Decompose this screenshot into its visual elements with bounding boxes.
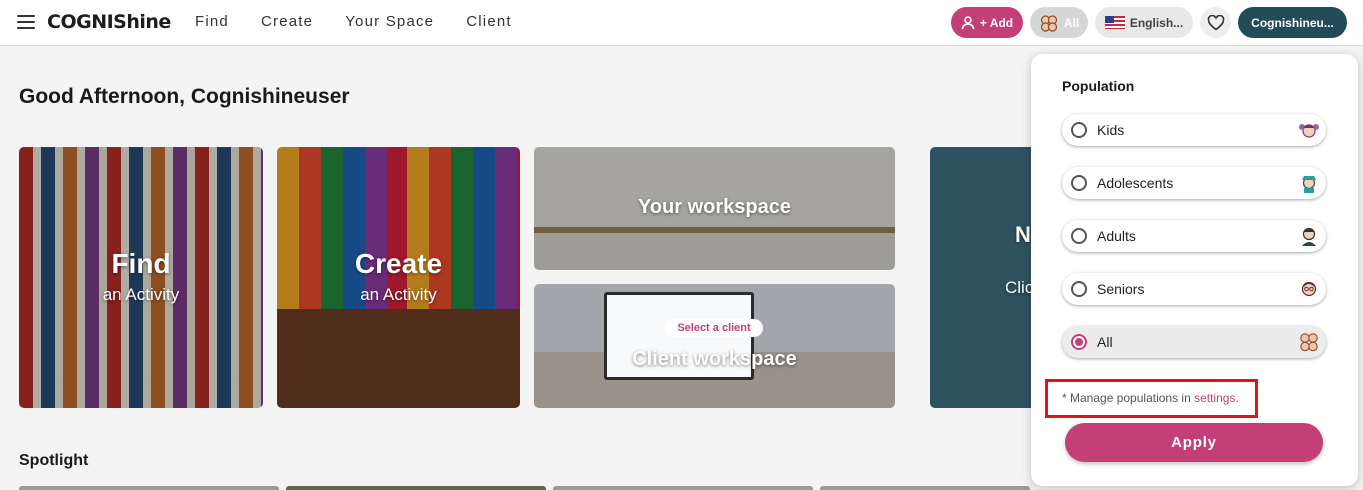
menu-icon[interactable] (17, 15, 35, 29)
language-selector[interactable]: English... (1095, 7, 1193, 38)
population-selector-label: All (1063, 15, 1080, 30)
kid-face-icon (1299, 124, 1319, 138)
radio-button[interactable] (1071, 228, 1087, 244)
senior-face-icon (1301, 281, 1317, 297)
spotlight-item-2[interactable] (286, 486, 546, 490)
add-user-icon (961, 15, 975, 29)
find-card-title: Find (111, 248, 171, 279)
population-option-adults[interactable]: Adults (1062, 220, 1326, 252)
create-card-title: Create (354, 248, 443, 279)
workspace-card-title: Your workspace (637, 196, 792, 218)
radio-button[interactable] (1071, 122, 1087, 138)
create-activity-card[interactable]: Create an Activity (277, 147, 520, 408)
option-label: Adolescents (1097, 175, 1174, 191)
option-label: Seniors (1097, 281, 1145, 297)
top-navigation-bar: COGNIShine Find Create Your Space Client… (0, 0, 1363, 46)
us-flag-icon (1104, 16, 1125, 29)
next-card-title: N (1015, 222, 1031, 247)
adolescent-face-icon (1302, 176, 1316, 193)
adult-face-icon (1302, 227, 1316, 246)
heart-icon (1207, 14, 1224, 31)
user-menu-button[interactable]: Cognishineu... (1238, 7, 1347, 38)
create-card-subtitle: an Activity (360, 285, 437, 304)
find-activity-card[interactable]: Find an Activity (19, 147, 263, 408)
select-client-tag[interactable]: Select a client (665, 319, 763, 337)
nav-client[interactable]: Client (466, 13, 512, 30)
option-label: Kids (1097, 122, 1125, 138)
spotlight-item-3[interactable] (553, 486, 813, 490)
your-workspace-card[interactable]: Your workspace (534, 147, 895, 270)
population-option-seniors[interactable]: Seniors (1062, 273, 1326, 305)
spotlight-item-1[interactable] (19, 486, 279, 490)
group-faces-icon (1300, 333, 1318, 352)
apply-button[interactable]: Apply (1065, 423, 1323, 462)
radio-button-selected[interactable] (1071, 334, 1087, 350)
nav-create[interactable]: Create (261, 13, 313, 30)
favorites-button[interactable] (1200, 7, 1231, 38)
population-popover: Population Kids Adolescents Adults Senio… (1031, 54, 1358, 486)
logo[interactable]: COGNIShine (47, 11, 171, 33)
nav-your-space[interactable]: Your Space (345, 13, 434, 30)
radio-button[interactable] (1071, 175, 1087, 191)
population-option-adolescents[interactable]: Adolescents (1062, 167, 1326, 199)
manage-populations-note: * Manage populations in settings. (1062, 391, 1239, 405)
client-card-title: Client workspace (632, 348, 797, 370)
population-selector[interactable]: All (1030, 7, 1088, 38)
option-label: All (1097, 334, 1113, 350)
client-workspace-card[interactable]: Select a client Client workspace (534, 284, 895, 408)
spotlight-heading: Spotlight (19, 452, 89, 469)
option-label: Adults (1097, 228, 1136, 244)
next-card[interactable]: N Clic (930, 147, 1040, 408)
radio-button[interactable] (1071, 281, 1087, 297)
main-nav: Find Create Your Space Client (195, 13, 512, 30)
population-title: Population (1062, 78, 1135, 94)
greeting-heading: Good Afternoon, Cognishineuser (19, 85, 350, 108)
group-faces-icon (1040, 14, 1057, 32)
language-selector-label: English... (1129, 15, 1184, 30)
add-button-label: + Add (979, 15, 1014, 30)
spotlight-item-4[interactable] (820, 486, 1030, 490)
settings-link[interactable]: settings. (1194, 391, 1239, 405)
find-card-subtitle: an Activity (102, 285, 180, 304)
user-name-label: Cognishineu... (1251, 15, 1334, 30)
note-text: * Manage populations in (1062, 391, 1195, 405)
population-option-all[interactable]: All (1062, 326, 1326, 358)
population-option-kids[interactable]: Kids (1062, 114, 1326, 146)
add-button[interactable]: + Add (951, 7, 1023, 38)
next-card-subtitle: Clic (1005, 278, 1034, 297)
nav-find[interactable]: Find (195, 13, 229, 30)
